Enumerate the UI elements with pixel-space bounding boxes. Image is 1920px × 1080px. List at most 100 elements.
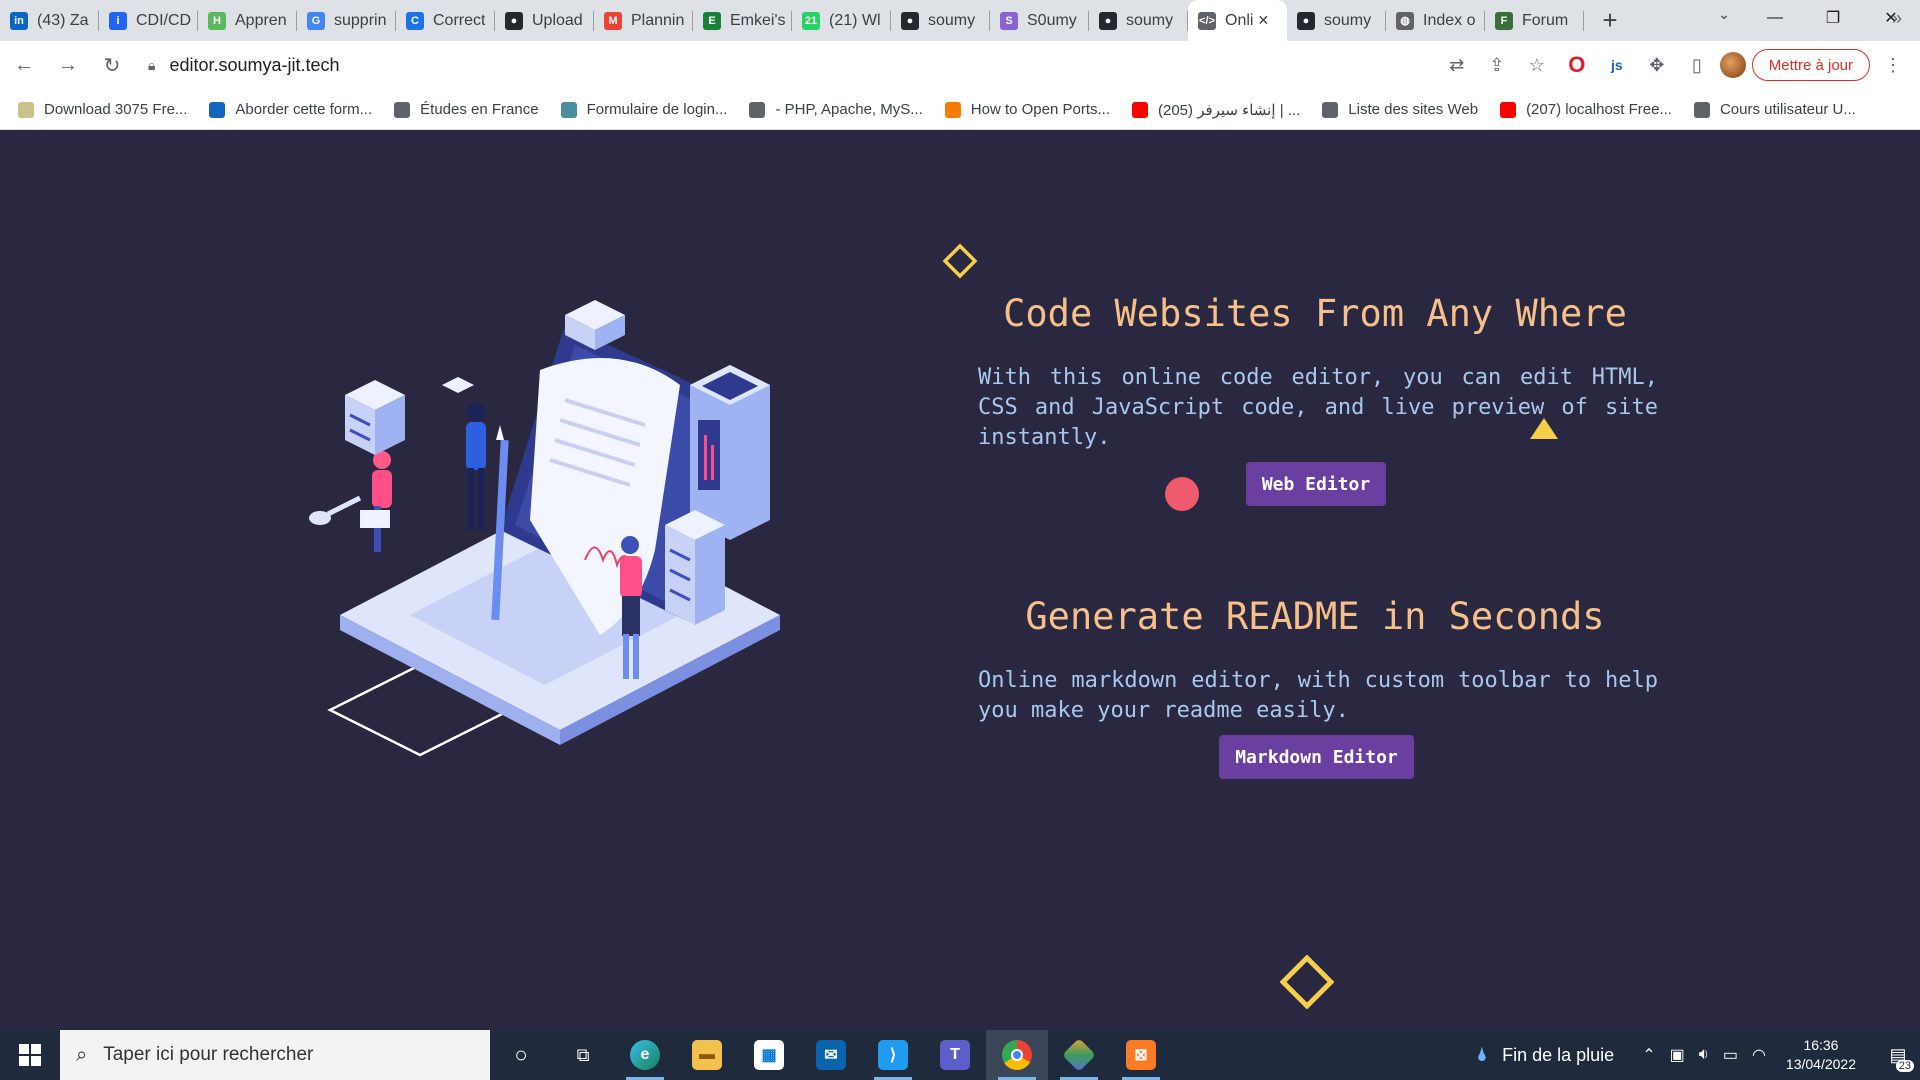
bookmark-item[interactable]: - PHP, Apache, MyS...: [749, 101, 923, 118]
notification-center-icon[interactable]: ▤ 23: [1876, 1030, 1920, 1080]
wifi-icon[interactable]: ◠: [1752, 1045, 1766, 1065]
side-panel-icon[interactable]: ▯: [1680, 47, 1714, 83]
tab[interactable]: E Emkei's: [693, 0, 792, 41]
tab-title: soumy: [1324, 11, 1372, 29]
tab-title: Correct: [433, 11, 486, 29]
system-tray: 🌢︎ Fin de la pluie ⌃ ▣ 🔉︎ ▭ ◠ 16:36 13/0…: [1476, 1030, 1920, 1080]
bookmarks-bar: Download 3075 Fre... Aborder cette form..…: [0, 90, 1920, 130]
tab[interactable]: i CDI/CD: [99, 0, 198, 41]
forward-icon[interactable]: →: [48, 46, 88, 86]
bookmark-item[interactable]: (205) إنشاء سيرفر | ...: [1132, 101, 1300, 119]
teams-icon[interactable]: T: [924, 1030, 986, 1080]
bookmark-item[interactable]: Formulaire de login...: [560, 101, 727, 118]
tab-title: supprin: [334, 11, 387, 29]
xampp-icon[interactable]: ⊠: [1110, 1030, 1172, 1080]
task-view-icon[interactable]: ⧉: [552, 1030, 614, 1080]
update-button[interactable]: Mettre à jour: [1751, 49, 1870, 81]
bookmark-item[interactable]: Aborder cette form...: [209, 101, 372, 118]
tab[interactable]: Gsupprin: [297, 0, 396, 41]
restore-icon[interactable]: ❐: [1804, 0, 1862, 36]
forum-icon: F: [1495, 11, 1513, 30]
windows-start-icon[interactable]: [0, 1030, 60, 1080]
whatsapp-icon: 21: [802, 11, 820, 30]
tab-search-icon[interactable]: ⌄: [1718, 6, 1730, 23]
emkei-icon: E: [703, 11, 721, 30]
tab[interactable]: ● soumy: [1287, 0, 1386, 41]
bookmark-item[interactable]: Cours utilisateur U...: [1693, 101, 1856, 118]
tab-active[interactable]: </> Onli ✕: [1188, 0, 1287, 41]
markdown-editor-button[interactable]: Markdown Editor: [1219, 735, 1414, 779]
reload-icon[interactable]: ↻: [92, 46, 132, 86]
server-stack-left: [345, 380, 405, 455]
tab[interactable]: F Forum: [1485, 0, 1584, 41]
tab[interactable]: in (43) Za: [0, 0, 99, 41]
globe-icon: [394, 101, 411, 118]
back-icon[interactable]: ←: [4, 46, 44, 86]
volume-icon[interactable]: 🔉︎: [1699, 1046, 1709, 1064]
address-url[interactable]: editor.soumya-jit.tech: [169, 55, 339, 76]
linkedin-icon: in: [10, 11, 28, 30]
tab[interactable]: S S0umy: [990, 0, 1089, 41]
meet-now-icon[interactable]: ▣: [1670, 1045, 1685, 1065]
address-bar[interactable]: 🔒︎ editor.soumya-jit.tech: [138, 47, 1468, 83]
tab[interactable]: ◍ Index o: [1386, 0, 1485, 41]
battery-icon[interactable]: ▭: [1723, 1045, 1738, 1065]
translate-icon[interactable]: ⇄: [1440, 47, 1474, 83]
bookmark-star-icon[interactable]: ☆: [1520, 47, 1554, 83]
clock[interactable]: 16:36 13/04/2022: [1786, 1036, 1856, 1074]
json-extension-icon[interactable]: js: [1600, 47, 1634, 83]
file-explorer-icon[interactable]: ▬: [676, 1030, 738, 1080]
tab-title: S0umy: [1027, 11, 1077, 29]
new-tab-button[interactable]: +: [1590, 0, 1630, 41]
minimize-icon[interactable]: —: [1746, 0, 1804, 36]
server-stack-right: [665, 510, 725, 625]
clock-time: 16:36: [1803, 1037, 1839, 1053]
share-icon[interactable]: ⇪: [1480, 47, 1514, 83]
tab-title: CDI/CD: [136, 11, 192, 29]
bookmark-item[interactable]: Liste des sites Web: [1322, 101, 1478, 118]
tab[interactable]: C Correct: [396, 0, 495, 41]
mail-icon[interactable]: ✉: [800, 1030, 862, 1080]
taskbar-search[interactable]: ⌕ Taper ici pour rechercher: [60, 1030, 490, 1080]
rain-icon: 🌢︎: [1476, 1043, 1489, 1066]
tab[interactable]: M Plannin: [594, 0, 693, 41]
bookmark-item[interactable]: Études en France: [394, 101, 539, 118]
bookmarks-overflow-icon[interactable]: »: [1892, 8, 1902, 29]
chrome-icon[interactable]: [986, 1030, 1048, 1080]
github-icon: ●: [901, 11, 919, 30]
bookmark-item[interactable]: (207) localhost Free...: [1500, 101, 1672, 118]
section-text-code-websites: With this online code editor, you can ed…: [978, 365, 1658, 450]
bookmark-label: - PHP, Apache, MyS...: [775, 101, 923, 118]
github-icon: ●: [1297, 11, 1315, 30]
opera-extension-icon[interactable]: O: [1560, 47, 1594, 83]
bookmark-item[interactable]: How to Open Ports...: [944, 101, 1110, 118]
search-icon: ⌕: [76, 1043, 88, 1066]
profile-avatar[interactable]: [1719, 52, 1746, 78]
gmail-icon: M: [604, 11, 622, 30]
cortana-icon[interactable]: ○: [490, 1030, 552, 1080]
tab-close-icon[interactable]: ✕: [1257, 12, 1269, 29]
taskbar-search-placeholder: Taper ici pour rechercher: [103, 1044, 314, 1065]
store-icon[interactable]: ▦: [738, 1030, 800, 1080]
git-icon[interactable]: [1048, 1030, 1110, 1080]
edge-icon[interactable]: e: [614, 1030, 676, 1080]
extensions-puzzle-icon[interactable]: ✥: [1640, 47, 1674, 83]
tab[interactable]: ● soumy: [891, 0, 990, 41]
bookmark-label: (205) إنشاء سيرفر | ...: [1158, 101, 1301, 119]
more-menu-icon[interactable]: ⋮: [1876, 47, 1910, 83]
lock-icon[interactable]: 🔒︎: [148, 57, 155, 74]
web-editor-button[interactable]: Web Editor: [1246, 462, 1386, 506]
weather-widget[interactable]: 🌢︎ Fin de la pluie: [1476, 1044, 1614, 1067]
tab[interactable]: ● soumy: [1089, 0, 1188, 41]
tray-chevron-icon[interactable]: ⌃: [1642, 1045, 1655, 1065]
tab[interactable]: 21 (21) Wl: [792, 0, 891, 41]
bookmark-pf-icon: [944, 101, 961, 118]
tab-strip: in (43) Za i CDI/CD H Appren Gsupprin C Correct ●…: [0, 0, 1920, 41]
vscode-icon[interactable]: ⟩: [862, 1030, 924, 1080]
tab[interactable]: ● Upload: [495, 0, 594, 41]
bookmark-item[interactable]: Download 3075 Fre...: [18, 101, 187, 118]
bookmark-site-icon: [560, 101, 577, 118]
page-viewport: Code Websites From Any Where With this o…: [0, 130, 1920, 1030]
tab[interactable]: H Appren: [198, 0, 297, 41]
tab-title: Upload: [532, 11, 583, 29]
